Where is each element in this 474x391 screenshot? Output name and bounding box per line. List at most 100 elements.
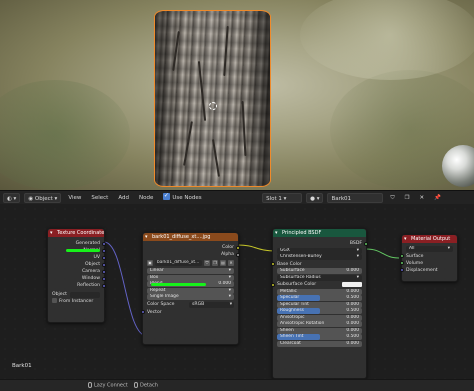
output-label: Alpha <box>220 252 234 257</box>
socket-icon[interactable] <box>102 241 106 246</box>
material-name-field[interactable]: Bark01 <box>327 192 384 203</box>
mouse-icon <box>134 382 138 388</box>
socket-icon[interactable] <box>400 268 404 272</box>
extension-value: Repeat <box>150 287 166 293</box>
material-browse-button[interactable]: ● ▾ <box>306 192 324 203</box>
color-swatch[interactable] <box>342 282 362 287</box>
bsdf-param-slider[interactable]: Specular 0.500 <box>277 295 362 301</box>
from-instancer-row[interactable]: From Instancer <box>48 298 104 305</box>
distribution-select[interactable]: GGX ▾ <box>277 247 362 254</box>
menu-select[interactable]: Select <box>88 193 111 203</box>
unlink-icon[interactable]: ✕ <box>228 260 234 266</box>
interpolation-value: Linear <box>150 268 164 273</box>
texture-coordinate-node[interactable]: Texture Coordinate Generated Normal UV O… <box>47 228 106 323</box>
object-field[interactable] <box>70 291 100 298</box>
bsdf-param-slider[interactable]: Anisotropic Rotation 0.000 <box>277 321 362 327</box>
chevron-down-icon: ▾ <box>228 294 231 299</box>
active-object-label: Bark01 <box>12 363 32 369</box>
chevron-down-icon: ▾ <box>356 274 359 280</box>
unlink-icon[interactable]: ✕ <box>417 193 428 203</box>
socket-icon[interactable] <box>364 241 368 246</box>
subsurface-slider[interactable]: Subsurface 0.000 <box>277 268 362 274</box>
socket-icon[interactable] <box>236 245 240 250</box>
bsdf-param-slider[interactable]: Anisotropic 0.000 <box>277 314 362 321</box>
image-name-field[interactable]: bark01_diffuse_xt... <box>155 260 202 266</box>
status-text: Detach <box>140 382 158 389</box>
node-header[interactable]: bark01_diffuse_xt....jpg <box>143 233 238 241</box>
socket-icon[interactable] <box>102 255 106 260</box>
bsdf-param-slider[interactable]: Metallic 0.000 <box>277 288 362 295</box>
node-header[interactable]: Principled BSDF <box>273 229 366 237</box>
interpolation-select[interactable]: Linear ▾ <box>147 268 234 274</box>
fake-user-icon[interactable]: ⛉ <box>387 193 397 203</box>
socket-icon[interactable] <box>400 254 404 258</box>
chevron-down-icon: ▾ <box>447 246 450 251</box>
socket-icon[interactable] <box>271 282 275 287</box>
new-image-icon[interactable]: ❐ <box>212 260 218 266</box>
fake-user-icon[interactable]: ⛉ <box>204 260 210 266</box>
socket-icon[interactable] <box>271 262 275 266</box>
chevron-down-icon: ▾ <box>228 274 231 280</box>
subsurface-value: 0.000 <box>346 268 359 273</box>
projection-select[interactable]: Box ▾ <box>147 274 234 281</box>
bsdf-param-slider[interactable]: Roughness 0.500 <box>277 308 362 314</box>
input-label: Surface <box>406 253 424 259</box>
3d-cursor-icon[interactable] <box>209 102 217 110</box>
socket-icon[interactable] <box>141 310 145 314</box>
image-browse-icon[interactable]: ▣ <box>147 260 153 266</box>
output-normal: Normal <box>48 247 106 254</box>
socket-icon[interactable] <box>236 252 240 257</box>
material-output-node[interactable]: Material Output All ▾ Surface Volume Disp… <box>400 234 458 282</box>
output-label: Object <box>85 262 100 267</box>
extension-select[interactable]: Repeat ▾ <box>147 287 234 294</box>
menu-node[interactable]: Node <box>136 193 156 203</box>
socket-icon[interactable] <box>400 261 404 265</box>
param-label: Clearcoat <box>280 340 301 346</box>
param-value: 0.500 <box>346 295 359 300</box>
open-image-icon[interactable]: ▤ <box>220 260 226 266</box>
source-select[interactable]: Single Image ▾ <box>147 294 234 300</box>
principled-bsdf-node[interactable]: Principled BSDF BSDF GGX ▾ Christensen-Bu… <box>271 228 368 379</box>
socket-icon[interactable] <box>102 269 106 274</box>
param-label: Anisotropic Rotation <box>280 321 325 326</box>
link-bsdf-surface <box>365 248 400 259</box>
target-value: All <box>409 246 415 251</box>
socket-icon[interactable] <box>102 283 106 288</box>
node-header[interactable]: Material Output <box>402 235 457 243</box>
from-instancer-checkbox[interactable] <box>52 298 57 303</box>
param-value: 0.000 <box>346 314 359 320</box>
subsurface-radius-select[interactable]: Subsurface Radius ▾ <box>277 274 362 281</box>
bark-cylinder-object[interactable] <box>154 10 271 187</box>
pin-icon[interactable]: 📌 <box>431 193 444 203</box>
node-header[interactable]: Texture Coordinate <box>48 229 104 237</box>
target-select[interactable]: All ▾ <box>406 246 453 252</box>
color-space-value: sRGB <box>192 301 205 307</box>
input-label: Subsurface Color <box>277 282 317 287</box>
color-space-select[interactable]: sRGB ▾ <box>189 301 234 308</box>
bsdf-param-slider[interactable]: Sheen Tint 0.500 <box>277 334 362 340</box>
output-alpha: Alpha <box>143 251 240 258</box>
node-editor-canvas[interactable]: Texture Coordinate Generated Normal UV O… <box>0 204 474 379</box>
object-type-select[interactable]: ◉ Object ▾ <box>24 192 62 203</box>
socket-icon[interactable] <box>102 262 106 267</box>
use-nodes-checkbox[interactable]: Use Nodes <box>160 191 204 203</box>
object-label: Object <box>52 292 67 297</box>
image-texture-node[interactable]: bark01_diffuse_xt....jpg Color Alpha ▣ b… <box>141 232 240 345</box>
param-label: Metallic <box>280 288 297 294</box>
menu-view[interactable]: View <box>65 193 84 203</box>
bsdf-param-slider[interactable]: Specular Tint 0.000 <box>277 301 362 308</box>
background-blur <box>0 80 130 190</box>
socket-icon[interactable] <box>102 248 106 253</box>
slot-select[interactable]: Slot 1 ▾ <box>262 192 303 203</box>
subsurface-method-select[interactable]: Christensen-Burley ▾ <box>277 254 362 260</box>
new-material-icon[interactable]: ❐ <box>402 193 413 203</box>
bsdf-param-slider[interactable]: Sheen 0.000 <box>277 327 362 334</box>
3d-viewport[interactable] <box>0 0 474 190</box>
editor-type-icon[interactable]: ◐ ▾ <box>3 192 21 203</box>
socket-icon[interactable] <box>102 276 106 281</box>
input-base-color: Base Color <box>271 261 366 268</box>
menu-add[interactable]: Add <box>115 193 132 203</box>
blend-slider[interactable]: Blend0.000 <box>147 281 234 287</box>
bsdf-param-slider[interactable]: Clearcoat 0.000 <box>277 340 362 347</box>
status-lazy-connect: Lazy Connect <box>88 382 128 389</box>
